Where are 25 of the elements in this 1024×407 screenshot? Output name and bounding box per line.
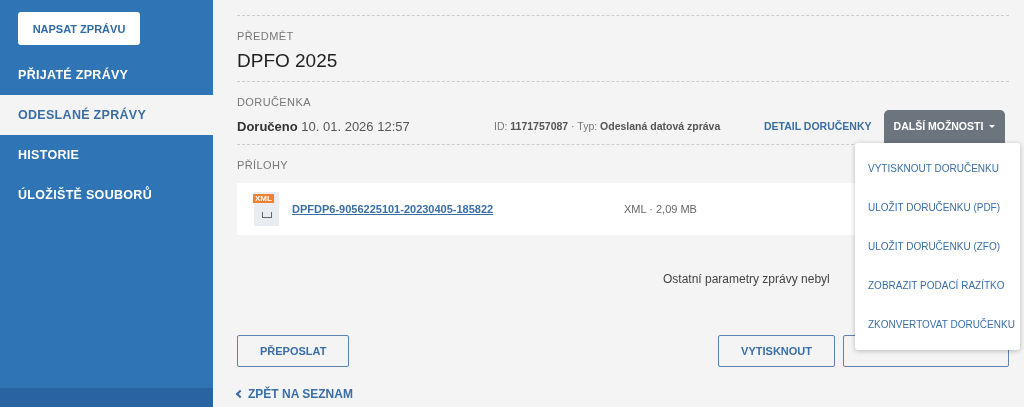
- notice-text: Ostatní parametry zprávy nebyl: [663, 272, 830, 286]
- section-label: DORUČENKA: [237, 96, 311, 108]
- detail-link[interactable]: DETAIL DORUČENKY: [764, 120, 872, 132]
- menu-item[interactable]: VYTISKNOUT DORUČENKU: [855, 149, 1020, 188]
- menu-item[interactable]: ZKONVERTOVAT DORUČENKU: [855, 305, 1020, 344]
- more-options-button[interactable]: DALŠÍ MOŽNOSTI: [883, 109, 1006, 143]
- action-button[interactable]: VYTISKNOUT: [718, 335, 835, 367]
- sidebar-item[interactable]: PŘIJATÉ ZPRÁVY: [0, 55, 213, 95]
- receipt-meta: ID: 1171757087 · Typ: Odeslaná datová zpráva: [494, 120, 722, 132]
- menu-item[interactable]: ULOŽIT DORUČENKU (ZFO): [855, 227, 1020, 266]
- file-meta: XML · 2,09 MB: [624, 203, 697, 215]
- file-type-badge: XML: [253, 194, 274, 203]
- section-label: PŘEDMĚT: [237, 30, 294, 42]
- subject-text: DPFO 2025: [237, 49, 339, 73]
- compose-button[interactable]: NAPSAT ZPRÁVU: [18, 12, 140, 45]
- delivery-status: Doručeno 10. 01. 2026 12:57: [237, 118, 411, 134]
- back-link[interactable]: ZPĚT NA SEZNAM: [237, 387, 353, 401]
- section-label: PŘÍLOHY: [237, 159, 289, 171]
- action-button[interactable]: PŘEPOSLAT: [237, 335, 350, 367]
- sidebar-item[interactable]: ODESLANÉ ZPRÁVY: [0, 95, 213, 135]
- sidebar-item[interactable]: ÚLOŽIŠTĚ SOUBORŮ: [0, 175, 213, 215]
- menu-item[interactable]: ULOŽIT DORUČENKU (PDF): [855, 188, 1020, 227]
- sidebar-item[interactable]: HISTORIE: [0, 135, 213, 175]
- menu-item[interactable]: ZOBRAZIT PODACÍ RAZÍTKO: [855, 266, 1020, 305]
- file-link[interactable]: DPFDP6-9056225101-20230405-185822: [292, 203, 624, 215]
